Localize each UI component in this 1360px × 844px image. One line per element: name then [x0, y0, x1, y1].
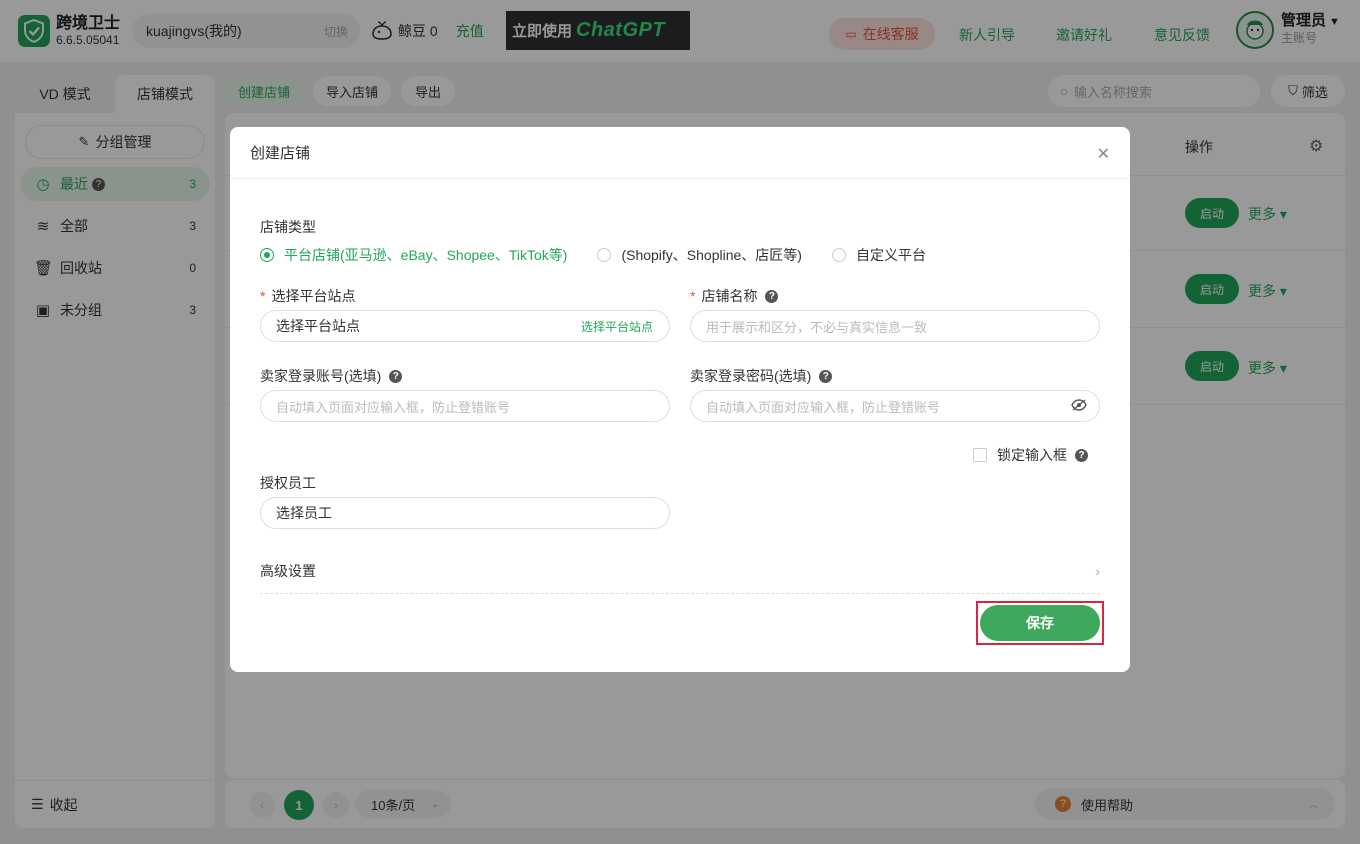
advanced-settings-row[interactable]: 高级设置 › [260, 560, 1100, 582]
radio-platform-store[interactable]: 平台店铺(亚马逊、eBay、Shopee、TikTok等) [260, 245, 567, 265]
radio-label: (Shopify、Shopline、店匠等) [621, 247, 802, 263]
store-name-label-text: 店铺名称 [701, 288, 758, 304]
seller-account-placeholder: 自动填入页面对应输入框，防止登错账号 [276, 399, 511, 415]
advanced-settings-label: 高级设置 [260, 563, 316, 579]
radio-label: 平台店铺(亚马逊、eBay、Shopee、TikTok等) [284, 247, 568, 263]
select-site-link[interactable]: 选择平台站点 [581, 318, 653, 335]
seller-password-input[interactable]: 自动填入页面对应输入框，防止登错账号 [690, 390, 1100, 422]
seller-account-input[interactable]: 自动填入页面对应输入框，防止登错账号 [260, 390, 670, 422]
radio-dot [597, 248, 612, 262]
staff-value: 选择员工 [276, 505, 332, 521]
lock-input-checkbox[interactable]: 锁定输入框 ? [973, 445, 1088, 465]
site-value: 选择平台站点 [276, 318, 360, 334]
save-button[interactable]: 保存 [980, 605, 1100, 641]
seller-password-placeholder: 自动填入页面对应输入框，防止登错账号 [706, 399, 941, 415]
help-icon[interactable]: ? [1075, 448, 1088, 462]
checkbox[interactable] [973, 448, 987, 462]
staff-label: 授权员工 [260, 475, 316, 491]
close-icon[interactable]: ✕ [1097, 147, 1110, 163]
dialog-header: 创建店铺 [230, 127, 1130, 179]
help-icon[interactable]: ? [389, 369, 403, 383]
help-icon[interactable]: ? [765, 289, 779, 303]
site-label-text: 选择平台站点 [271, 288, 356, 304]
store-name-input[interactable]: 用于展示和区分，不必与真实信息一致 [690, 310, 1100, 342]
help-icon[interactable]: ? [819, 369, 833, 383]
store-name-label: * 店铺名称 ? [690, 286, 779, 306]
store-type-radio-group: 平台店铺(亚马逊、eBay、Shopee、TikTok等) (Shopify、S… [260, 245, 956, 265]
staff-select[interactable]: 选择员工 [260, 497, 670, 529]
radio-dot [831, 248, 846, 262]
chevron-right-icon: › [1095, 563, 1100, 579]
lock-input-label: 锁定输入框 [997, 447, 1067, 463]
radio-custom-platform[interactable]: 自定义平台 [831, 245, 926, 265]
radio-independent-store[interactable]: (Shopify、Shopline、店匠等) [597, 245, 802, 265]
radio-dot [260, 248, 274, 262]
required-mark: * [690, 288, 696, 304]
store-name-placeholder: 用于展示和区分，不必与真实信息一致 [706, 319, 928, 335]
save-button-highlight: 保存 [976, 601, 1104, 645]
create-store-dialog: 创建店铺 ✕ 店铺类型 平台店铺(亚马逊、eBay、Shopee、TikTok等… [230, 127, 1130, 672]
site-field-label: * 选择平台站点 [260, 286, 355, 306]
seller-account-label-text: 卖家登录账号(选填) [260, 368, 382, 384]
dialog-title: 创建店铺 [250, 145, 311, 162]
divider [260, 593, 1100, 594]
seller-password-label: 卖家登录密码(选填) ? [690, 366, 833, 386]
seller-account-label: 卖家登录账号(选填) ? [260, 366, 403, 386]
store-type-label: 店铺类型 [260, 219, 316, 235]
radio-label: 自定义平台 [855, 247, 926, 263]
eye-off-icon[interactable] [1071, 398, 1087, 414]
required-mark: * [260, 288, 266, 304]
seller-password-label-text: 卖家登录密码(选填) [690, 368, 812, 384]
platform-site-select[interactable]: 选择平台站点 选择平台站点 [260, 310, 670, 342]
